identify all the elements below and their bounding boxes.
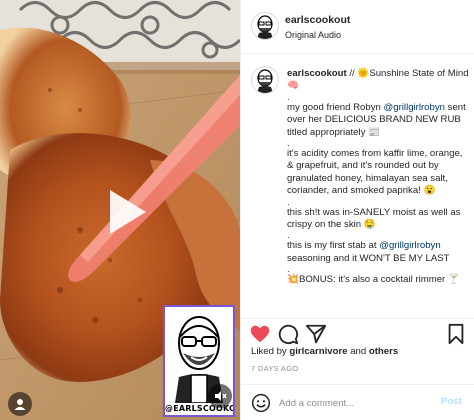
- caption-text-segment: this is my first stab at: [287, 240, 380, 252]
- post-author-username[interactable]: earlscookout: [285, 14, 350, 26]
- mute-button[interactable]: [208, 384, 232, 408]
- comment-bar: Post: [241, 384, 474, 420]
- play-icon: [110, 190, 146, 234]
- caption-username[interactable]: earlscookout: [287, 68, 347, 79]
- like-button[interactable]: [249, 323, 271, 345]
- caption-separator: .: [287, 138, 290, 150]
- caption-line: my good friend Robyn @grillgirlrobyn sen…: [287, 102, 469, 139]
- user-tag-icon: [14, 399, 26, 410]
- action-bar: [241, 318, 474, 346]
- save-button[interactable]: [445, 323, 467, 345]
- likes-joiner: and: [347, 346, 369, 357]
- caption-text-segment: seasoning and it WON'T BE MY LAST: [287, 252, 450, 264]
- comment-input[interactable]: [279, 394, 429, 412]
- post-header: earlscookout Original Audio: [241, 0, 474, 54]
- likes-summary: Liked by girlcarnivore and others: [251, 346, 398, 357]
- tagged-users-button[interactable]: [8, 392, 32, 416]
- avatar-face-icon: [252, 13, 278, 39]
- mute-icon: [215, 391, 227, 401]
- caption-line: it's acidity comes from kaffir lime, ora…: [287, 148, 463, 197]
- heart-icon: [250, 325, 270, 343]
- share-icon: [305, 324, 327, 344]
- caption-separator: .: [287, 196, 290, 208]
- emoji-button[interactable]: [251, 393, 271, 413]
- avatar-face-icon: [252, 67, 278, 93]
- likes-others-link[interactable]: others: [369, 346, 398, 357]
- likes-prefix: Liked by: [251, 346, 290, 357]
- caption-separator: .: [287, 91, 290, 103]
- caption-line: 💥BONUS: it's also a cocktail rimmer 🍸: [287, 274, 460, 286]
- audio-link[interactable]: Original Audio: [285, 30, 341, 40]
- comment-button[interactable]: [277, 323, 299, 345]
- caption-line: earlscookout // 🌞Sunshine State of Mind …: [287, 68, 469, 93]
- play-button[interactable]: [96, 184, 152, 240]
- share-button[interactable]: [305, 323, 327, 345]
- post-media[interactable]: @EARLSCOOKOUT: [0, 0, 240, 420]
- caption-line: this is my first stab at @grillgirlrobyn…: [287, 240, 469, 265]
- post-comment-button[interactable]: Post: [441, 396, 462, 407]
- post-timestamp[interactable]: 7 DAYS AGO: [251, 364, 298, 373]
- caption-separator: .: [287, 264, 290, 276]
- mention-link[interactable]: @grillgirlrobyn: [384, 102, 445, 113]
- post-details-panel: earlscookout Original Audio earlscookout…: [240, 0, 474, 420]
- avatar[interactable]: [251, 66, 279, 94]
- caption-text-segment: my good friend Robyn: [287, 101, 384, 113]
- mention-link[interactable]: @grillgirlrobyn: [379, 240, 440, 251]
- instagram-post: @EARLSCOOKOUT: [0, 0, 474, 420]
- caption-line: this sh!t was in-SANELY moist as well as…: [287, 206, 461, 231]
- post-caption: earlscookout // 🌞Sunshine State of Mind …: [241, 54, 474, 316]
- caption-text: earlscookout // 🌞Sunshine State of Mind …: [287, 68, 469, 287]
- emoji-icon: [251, 393, 271, 413]
- caption-separator: .: [287, 230, 290, 242]
- liked-by-user-link[interactable]: girlcarnivore: [289, 346, 347, 357]
- bookmark-icon: [448, 323, 464, 345]
- avatar[interactable]: [251, 12, 279, 40]
- comment-icon: [278, 324, 299, 345]
